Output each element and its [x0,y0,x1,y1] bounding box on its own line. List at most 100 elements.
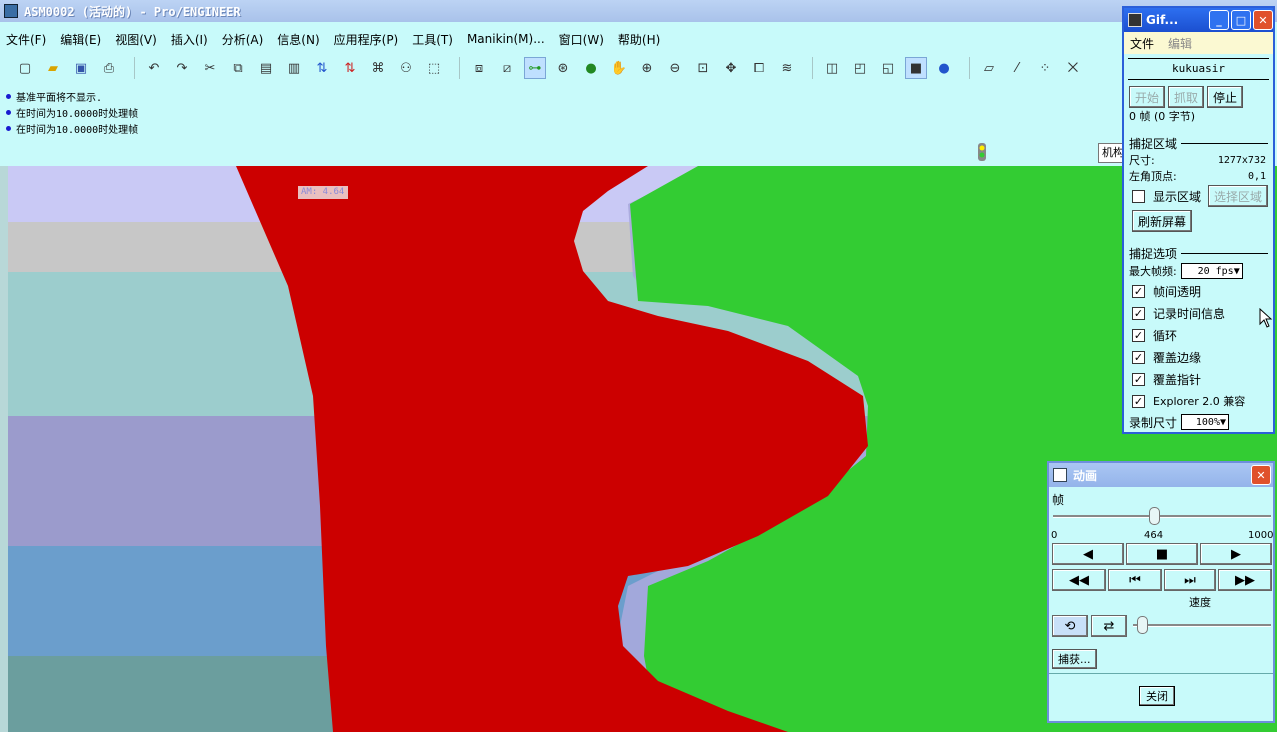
model-tree-icon[interactable]: ● [933,57,955,79]
paste-special-icon[interactable]: ▥ [283,57,305,79]
print-icon[interactable]: ⎙ [98,57,120,79]
menu-analysis[interactable]: 分析(A) [222,31,264,48]
gif-capture-window: Gif... _ □ ✕ 文件 编辑 kukuasir 开始 抓取 停止 0 帧… [1122,6,1275,434]
select-area-button[interactable]: 选择区域 [1207,185,1268,207]
select-box-icon[interactable]: ⬚ [423,57,445,79]
menu-edit[interactable]: 编辑(E) [60,31,101,48]
gif-file-name: kukuasir [1172,62,1225,75]
save-icon[interactable]: ▣ [70,57,92,79]
find-icon[interactable]: ⌘ [367,57,389,79]
message-bullet-icon [6,109,11,115]
animation-window-title: 动画 [1073,468,1098,483]
frame-slider-thumb[interactable] [1148,507,1160,525]
gif-window-title: Gif... [1146,13,1179,27]
regenerate-manager-icon[interactable]: ⇅ [339,57,361,79]
traffic-light-icon[interactable] [970,140,994,164]
opt-pointer-checkbox[interactable]: ✓ [1132,372,1145,386]
play-forward-button[interactable]: ▶ [1200,543,1272,565]
mechanism-connect-icon[interactable]: ⊶ [524,57,546,79]
maximize-icon[interactable]: □ [1231,10,1251,30]
toolbar-separator [134,57,135,79]
reverse-mode-button[interactable]: ⇄ [1091,615,1127,637]
rec-size-select[interactable]: 100% ▼ [1181,414,1230,430]
shading-icon[interactable]: ■ [905,57,927,79]
play-backward-button[interactable]: ◀ [1052,543,1124,565]
fast-forward-icon[interactable]: ▶▶ [1218,569,1272,591]
main-titlebar[interactable]: ASM0002 (活动的) - Pro/ENGINEER [0,0,1277,22]
datum-axis-icon[interactable]: ⁄ [1006,57,1028,79]
menu-manikin[interactable]: Manikin(M)... [467,32,545,46]
minimize-icon[interactable]: _ [1209,10,1229,30]
rewind-icon[interactable]: ◀◀ [1052,569,1106,591]
menu-insert[interactable]: 插入(I) [171,31,208,48]
appearance-sphere-icon[interactable]: ● [580,57,602,79]
opt-transparent-checkbox[interactable]: ✓ [1132,284,1145,298]
search-binoculars-icon[interactable]: ⚇ [395,57,417,79]
menu-file[interactable]: 文件(F) [6,31,46,48]
layers-icon[interactable]: ≋ [776,57,798,79]
open-folder-icon[interactable]: ▰ [42,57,64,79]
animation-titlebar[interactable]: 动画 ✕ [1049,463,1273,487]
datum-plane-icon[interactable]: ▱ [978,57,1000,79]
window-switch-icon[interactable]: ⧈ [468,57,490,79]
menu-tools[interactable]: 工具(T) [412,31,453,48]
close-icon[interactable]: ✕ [1251,465,1271,485]
menu-applications[interactable]: 应用程序(P) [334,31,399,48]
opt-loop-checkbox[interactable]: ✓ [1132,328,1145,342]
opt-edge-checkbox[interactable]: ✓ [1132,350,1145,364]
stop-button[interactable]: ■ [1126,543,1198,565]
saved-views-icon[interactable]: ⧠ [748,57,770,79]
redo-icon[interactable]: ↷ [171,57,193,79]
max-fps-select[interactable]: 20 fps ▼ [1180,263,1243,279]
step-forward-icon[interactable]: ⏭ [1164,569,1216,591]
corner-row: 左角顶点: 0,1 [1129,170,1266,183]
zoom-in-icon[interactable]: ⊕ [636,57,658,79]
opt-loop-row: ✓ 循环 [1132,328,1178,343]
opt-explorer-checkbox[interactable]: ✓ [1132,394,1145,408]
datum-point-icon[interactable]: ⁘ [1034,57,1056,79]
gif-menu-file[interactable]: 文件 [1130,35,1154,52]
main-toolbar: ▢ ▰ ▣ ⎙ ↶ ↷ ✂ ⧉ ▤ ▥ ⇅ ⇅ ⌘ ⚇ ⬚ ⧈ ⧄ ⊶ ⊛ ● … [0,52,1120,84]
wireframe-icon[interactable]: ◫ [821,57,843,79]
speed-slider-track[interactable] [1133,624,1271,627]
close-button[interactable]: 关闭 [1139,686,1175,706]
reorient-icon[interactable]: ✥ [720,57,742,79]
opt-time-checkbox[interactable]: ✓ [1132,306,1145,320]
stop-button[interactable]: 停止 [1207,86,1244,108]
toolbar-separator [812,57,813,79]
regenerate-icon[interactable]: ⇅ [311,57,333,79]
loop-mode-button[interactable]: ⟲ [1052,615,1088,637]
sketch-icon[interactable]: ⧄ [496,57,518,79]
frame-slider-track[interactable] [1053,515,1271,518]
no-hidden-icon[interactable]: ◱ [877,57,899,79]
hidden-line-icon[interactable]: ◰ [849,57,871,79]
menu-info[interactable]: 信息(N) [277,31,319,48]
gif-menu-edit[interactable]: 编辑 [1168,35,1192,52]
show-area-checkbox[interactable] [1132,189,1145,203]
new-file-icon[interactable]: ▢ [14,57,36,79]
dimension-label: AM: 4.64 [301,187,345,197]
menu-view[interactable]: 视图(V) [115,31,157,48]
message-line: 在时间为10.0000时处理帧 [6,104,1114,120]
cut-icon[interactable]: ✂ [199,57,221,79]
paste-icon[interactable]: ▤ [255,57,277,79]
grab-button[interactable]: 抓取 [1168,86,1205,108]
refit-icon[interactable]: ⊡ [692,57,714,79]
speed-slider-thumb[interactable] [1137,616,1148,634]
gif-titlebar[interactable]: Gif... _ □ ✕ [1124,8,1273,32]
menu-help[interactable]: 帮助(H) [618,31,660,48]
show-area-row: 显示区域 选择区域 [1124,184,1273,208]
start-button[interactable]: 开始 [1129,86,1166,108]
capture-button[interactable]: 捕获... [1052,649,1097,669]
refresh-screen-button[interactable]: 刷新屏幕 [1132,210,1193,232]
spin-center-icon[interactable]: ⊛ [552,57,574,79]
gif-action-row: 开始 抓取 停止 [1124,86,1273,108]
step-back-icon[interactable]: ⏮ [1108,569,1162,591]
csys-icon[interactable]: ⨉ [1062,57,1084,79]
close-icon[interactable]: ✕ [1253,10,1273,30]
pan-hand-icon[interactable]: ✋ [608,57,630,79]
zoom-out-icon[interactable]: ⊖ [664,57,686,79]
undo-icon[interactable]: ↶ [143,57,165,79]
menu-window[interactable]: 窗口(W) [559,31,604,48]
copy-icon[interactable]: ⧉ [227,57,249,79]
